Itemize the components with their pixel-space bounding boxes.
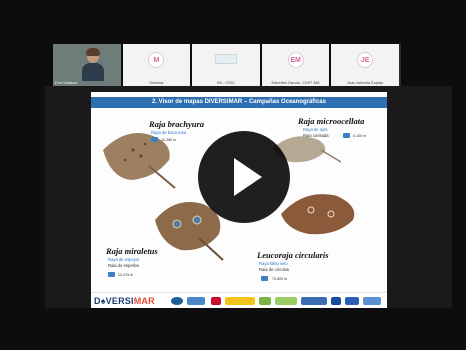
partner-logo-icon bbox=[331, 297, 341, 305]
participant-tile-video[interactable]: Eva Velasco bbox=[53, 44, 121, 86]
participant-tile[interactable]: IM - CSIC bbox=[192, 44, 260, 86]
partner-logo-icon bbox=[275, 297, 297, 305]
partner-logo-icon bbox=[363, 297, 381, 305]
depth-icon bbox=[108, 272, 115, 277]
depth-icon bbox=[151, 137, 158, 142]
partner-logo-icon bbox=[259, 297, 271, 305]
species-common-name-alt: Raia de espellos bbox=[108, 263, 139, 268]
partner-logo-icon bbox=[211, 297, 221, 305]
species-depth: 70-800 m bbox=[272, 277, 288, 281]
species-common-name: Raya falso velo bbox=[259, 261, 288, 266]
partner-logo-icon bbox=[171, 297, 183, 305]
participant-name: Juan Antonio Espejo bbox=[346, 80, 384, 85]
species-common-name: Raya de ojos bbox=[303, 127, 328, 132]
participant-name: Vicemar bbox=[149, 80, 164, 85]
eu-flag-icon bbox=[345, 297, 359, 305]
partner-logo-icon bbox=[187, 297, 205, 305]
player-bottom-band bbox=[0, 308, 466, 350]
species-name: Raja miraletus bbox=[106, 246, 158, 256]
species-depth: 0-100 m bbox=[353, 134, 367, 138]
slide-title: 2. Visor de mapas DIVERSIMAR – Campañas … bbox=[91, 97, 387, 108]
species-name: Raja microocellata bbox=[298, 116, 365, 126]
logo-footer: D♠VERSIMAR bbox=[91, 292, 387, 308]
depth-icon bbox=[261, 276, 268, 281]
species-name: Raja brachyura bbox=[149, 119, 205, 129]
participant-avatar: EM bbox=[287, 52, 304, 68]
video-player[interactable]: Eva Velasco M Vicemar IM - CSIC EM Estre… bbox=[0, 0, 466, 350]
play-icon bbox=[234, 158, 262, 196]
participant-strip: Eva Velasco M Vicemar IM - CSIC EM Estre… bbox=[53, 44, 399, 86]
species-common-name: Raya de boca rosa bbox=[151, 130, 187, 135]
species-common-name-alt: Raia de círculos bbox=[259, 267, 290, 272]
ray-fish-image bbox=[281, 194, 355, 235]
diversimar-logo: D♠VERSIMAR bbox=[94, 296, 155, 306]
species-name: Leucoraja circularis bbox=[257, 250, 329, 260]
strip-edge bbox=[399, 44, 401, 86]
depth-icon bbox=[343, 133, 350, 138]
participant-name: Estrelles Garcia - DGP, MA bbox=[271, 80, 320, 85]
participant-tile[interactable]: EM Estrelles Garcia - DGP, MA bbox=[261, 44, 330, 86]
participant-name: Eva Velasco bbox=[55, 80, 78, 85]
participant-video-feed bbox=[81, 48, 105, 81]
species-common-name-alt: Raia corisada bbox=[303, 133, 329, 138]
species-common-name: Raya de espejos bbox=[108, 257, 140, 262]
participant-logo-icon bbox=[214, 54, 237, 64]
participant-avatar: JE bbox=[357, 52, 374, 68]
species-depth: 10-475 m bbox=[118, 273, 134, 277]
participant-tile[interactable]: JE Juan Antonio Espejo bbox=[331, 44, 399, 86]
participant-avatar: M bbox=[148, 52, 165, 68]
participant-name: IM - CSIC bbox=[217, 80, 235, 85]
partner-logo-icon bbox=[225, 297, 255, 305]
participant-tile[interactable]: M Vicemar bbox=[122, 44, 191, 86]
play-button[interactable] bbox=[198, 131, 290, 223]
species-depth: 10-380 m bbox=[161, 138, 177, 142]
player-top-band bbox=[0, 0, 466, 44]
partner-logo-icon bbox=[301, 297, 327, 305]
